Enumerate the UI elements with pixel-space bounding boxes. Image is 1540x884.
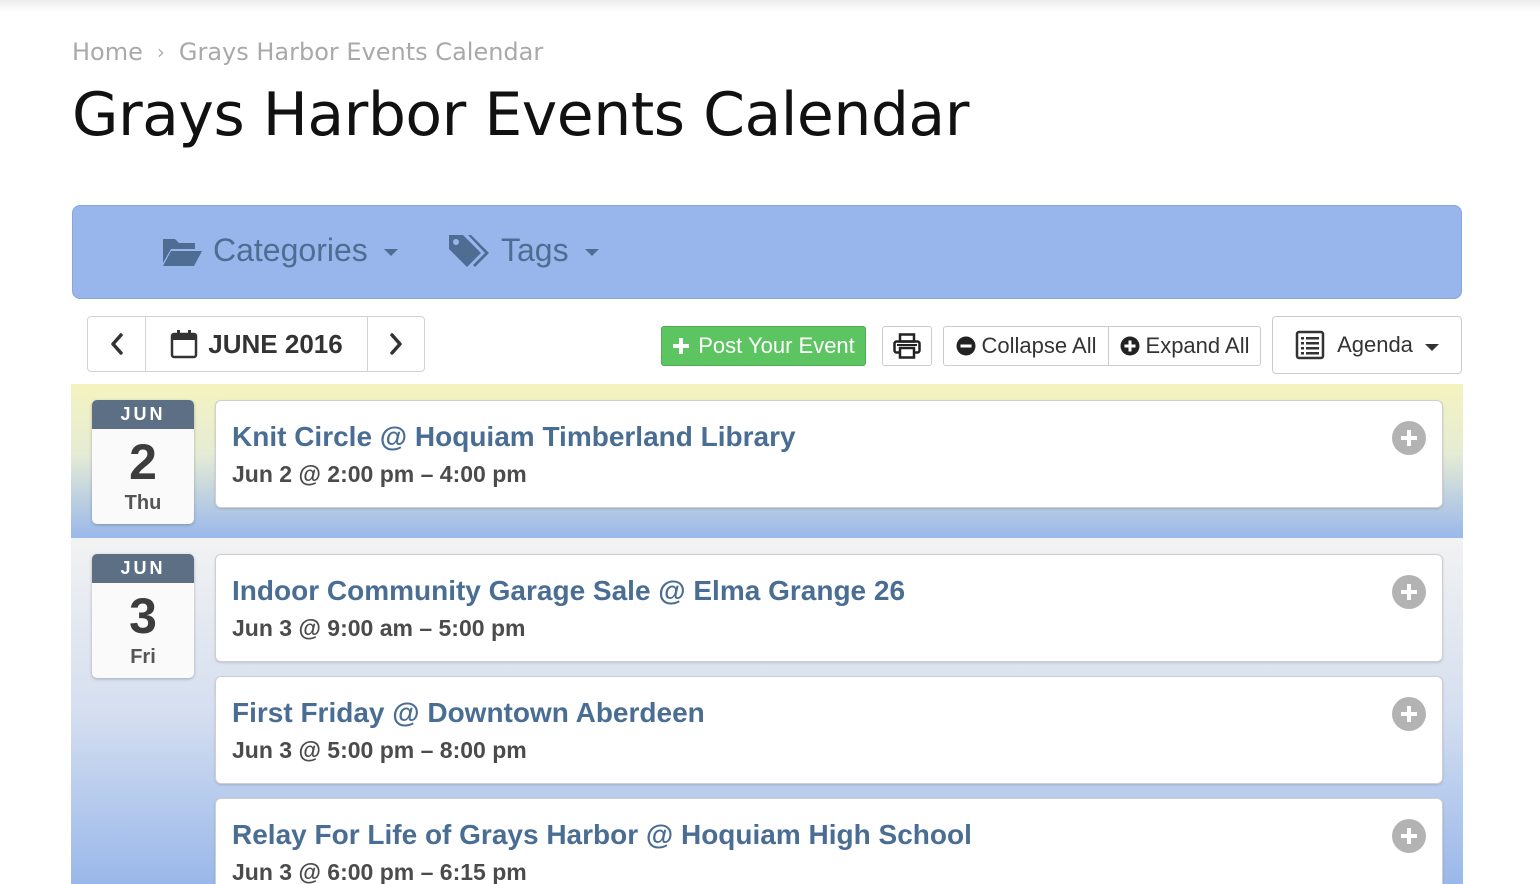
view-switcher-dropdown[interactable]: Agenda — [1272, 316, 1462, 374]
event-title[interactable]: Knit Circle @ Hoquiam Timberland Library — [232, 421, 796, 453]
event-card[interactable]: First Friday @ Downtown Aberdeen Jun 3 @… — [215, 676, 1443, 784]
view-label: Agenda — [1337, 332, 1413, 357]
breadcrumb-current: Grays Harbor Events Calendar — [178, 38, 544, 66]
expand-event-icon[interactable] — [1392, 819, 1426, 853]
folder-open-icon — [163, 238, 202, 266]
event-card[interactable]: Knit Circle @ Hoquiam Timberland Library… — [215, 400, 1443, 508]
page-title: Grays Harbor Events Calendar — [72, 80, 969, 150]
event-title[interactable]: First Friday @ Downtown Aberdeen — [232, 697, 705, 729]
prev-month-button[interactable] — [88, 317, 146, 371]
event-time: Jun 3 @ 6:00 pm – 6:15 pm — [232, 859, 527, 884]
date-month: JUN — [92, 400, 194, 429]
date-weekday: Fri — [130, 646, 156, 668]
expand-all-label: Expand All — [1145, 333, 1250, 358]
caret-down-icon — [383, 249, 398, 256]
collapse-all-label: Collapse All — [981, 333, 1097, 358]
post-your-event-button[interactable]: Post Your Event — [661, 326, 866, 366]
date-weekday: Thu — [124, 492, 162, 514]
expand-event-icon[interactable] — [1392, 697, 1426, 731]
caret-down-icon — [584, 249, 599, 256]
event-card[interactable]: Relay For Life of Grays Harbor @ Hoquiam… — [215, 798, 1443, 884]
event-title[interactable]: Relay For Life of Grays Harbor @ Hoquiam… — [232, 819, 972, 851]
date-month: JUN — [92, 554, 194, 583]
tags-label: Tags — [501, 232, 569, 268]
plus-icon — [673, 338, 690, 354]
agenda-day: JUN 3 Fri Indoor Community Garage Sale @… — [71, 538, 1463, 884]
top-shadow — [0, 0, 1540, 12]
next-month-button[interactable] — [368, 317, 424, 371]
event-time: Jun 3 @ 9:00 am – 5:00 pm — [232, 615, 526, 641]
date-badge: JUN 3 Fri — [92, 554, 194, 678]
breadcrumb-separator: › — [156, 40, 165, 64]
agenda-list-icon — [1295, 330, 1325, 360]
date-day: 3 — [129, 588, 157, 644]
date-badge: JUN 2 Thu — [92, 400, 194, 524]
collapse-expand-group: Collapse All Expand All — [943, 326, 1261, 366]
chevron-left-icon — [110, 333, 123, 355]
event-title[interactable]: Indoor Community Garage Sale @ Elma Gran… — [232, 575, 905, 607]
post-your-event-label: Post Your Event — [698, 333, 855, 358]
month-label: JUNE 2016 — [208, 328, 343, 359]
chevron-right-icon — [390, 333, 402, 355]
tags-icon — [449, 234, 489, 267]
date-day: 2 — [129, 434, 157, 490]
print-icon — [893, 333, 921, 359]
categories-dropdown[interactable]: Categories — [161, 232, 398, 269]
tags-dropdown[interactable]: Tags — [447, 232, 599, 269]
calendar-icon — [171, 330, 198, 359]
expand-event-icon[interactable] — [1392, 421, 1426, 455]
caret-down-icon — [1424, 343, 1439, 351]
expand-event-icon[interactable] — [1392, 575, 1426, 609]
month-navigation: JUNE 2016 — [87, 316, 425, 372]
print-button[interactable] — [882, 326, 932, 366]
month-picker-button[interactable]: JUNE 2016 — [146, 317, 368, 371]
collapse-all-button[interactable]: Collapse All — [944, 327, 1109, 365]
event-card[interactable]: Indoor Community Garage Sale @ Elma Gran… — [215, 554, 1443, 662]
minus-circle-icon — [956, 336, 976, 356]
event-time: Jun 3 @ 5:00 pm – 8:00 pm — [232, 737, 527, 763]
categories-label: Categories — [213, 232, 368, 268]
agenda-day: JUN 2 Thu Knit Circle @ Hoquiam Timberla… — [71, 384, 1463, 538]
plus-circle-icon — [1120, 336, 1140, 356]
expand-all-button[interactable]: Expand All — [1109, 327, 1260, 365]
breadcrumb: Home › Grays Harbor Events Calendar — [72, 38, 543, 66]
breadcrumb-home-link[interactable]: Home — [72, 38, 143, 66]
filter-bar: Categories Tags — [72, 205, 1462, 299]
event-time: Jun 2 @ 2:00 pm – 4:00 pm — [232, 461, 527, 487]
